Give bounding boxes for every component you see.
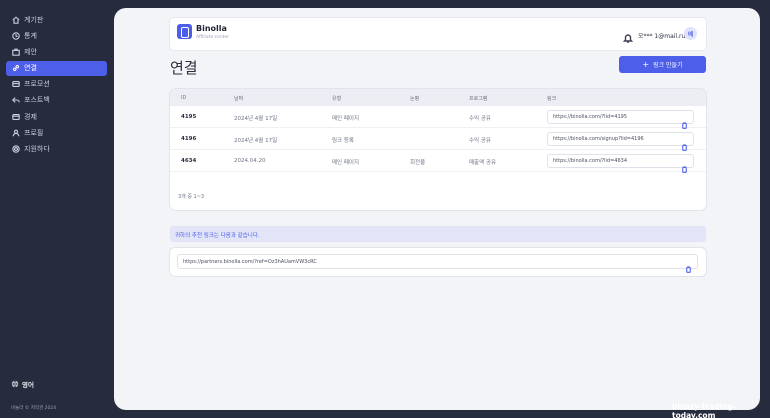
page-title: 연결 [170, 59, 198, 77]
user-email[interactable]: 오*** 1@mail.ru [638, 31, 685, 40]
clock-icon [11, 31, 20, 40]
sidebar-item-postback[interactable]: 포스트백 [6, 93, 107, 108]
cell-type: 링크 등록 [332, 138, 354, 144]
cell-date: 2024.04.20 [234, 158, 266, 164]
sidebar-item-label: 연결 [24, 64, 37, 73]
column-header-id[interactable]: ID [181, 95, 186, 101]
table-row: 4195 2024년 4월 17일 메인 페이지 수익 공유 https://b… [170, 106, 706, 129]
language-selector[interactable]: 영어 [11, 379, 34, 389]
support-icon [11, 145, 20, 154]
table-header: ID 날짜 유형 논평 프로그램 링크 [170, 89, 706, 106]
brand-logo-icon[interactable] [177, 24, 192, 39]
sidebar-item-support[interactable]: 지원하다 [6, 142, 107, 157]
user-icon [11, 128, 20, 137]
cell-program: 수익 공유 [469, 116, 491, 122]
cell-date: 2024년 4월 17일 [234, 116, 278, 122]
sidebar-nav: 계기판 통계 제안 연결 프로모션 포스트백 경제 프로필 지원하다 [6, 12, 107, 158]
sidebar-item-label: 프로필 [24, 128, 44, 137]
column-header-comment[interactable]: 논평 [410, 95, 419, 102]
cell-program: 수익 공유 [469, 138, 491, 144]
sidebar-item-label: 통계 [24, 31, 37, 40]
bell-icon[interactable] [622, 28, 634, 43]
referral-link-field[interactable]: https://partners.binolla.com/?ref=Oz3hAU… [177, 254, 698, 273]
copyright-text: 비놀라 © 저작권 2024 [11, 406, 57, 411]
column-header-date[interactable]: 날짜 [234, 95, 243, 102]
column-header-program[interactable]: 프로그램 [469, 95, 487, 102]
column-header-link[interactable]: 링크 [547, 95, 556, 102]
link-field[interactable]: https://binolla.com/?lid=4195 [547, 110, 694, 129]
brand-name: Binolla [196, 24, 227, 33]
sidebar-item-offers[interactable]: 제안 [6, 44, 107, 59]
cell-id: 4196 [181, 136, 197, 142]
brand-subtitle: Affiliate center [196, 35, 230, 40]
wallet-icon [11, 112, 20, 121]
copy-icon[interactable] [685, 258, 692, 273]
plus-icon: + [642, 59, 650, 69]
referral-notice-text: 귀하의 추천 링크는 다음과 같습니다. [175, 233, 260, 239]
top-bar: Binolla Affiliate center 오*** 1@mail.ru … [170, 18, 706, 50]
link-icon [11, 64, 20, 73]
table-row: 4634 2024.04.20 메인 페이지 회전율 매출액 공유 https:… [170, 150, 706, 173]
promo-icon [11, 80, 20, 89]
language-label: 영어 [22, 381, 34, 389]
cell-comment: 회전율 [410, 160, 426, 166]
create-link-button[interactable]: + 링크 만들기 [619, 56, 706, 73]
links-table: ID 날짜 유형 논평 프로그램 링크 4195 2024년 4월 17일 메인… [170, 89, 706, 210]
cell-id: 4195 [181, 114, 197, 120]
cell-type: 메인 페이지 [332, 116, 360, 122]
copy-icon[interactable] [681, 136, 688, 151]
table-row: 4196 2024년 4월 17일 링크 등록 수익 공유 https://bi… [170, 128, 706, 151]
sidebar-item-statistics[interactable]: 통계 [6, 28, 107, 43]
sidebar-item-profile[interactable]: 프로필 [6, 125, 107, 140]
sidebar-item-label: 지원하다 [24, 145, 50, 153]
create-link-label: 링크 만들기 [653, 62, 683, 69]
reply-icon [11, 96, 20, 105]
sidebar-item-promotion[interactable]: 프로모션 [6, 77, 107, 92]
referral-card: https://partners.binolla.com/?ref=Oz3hAU… [170, 248, 706, 276]
cell-program: 매출액 공유 [469, 160, 497, 166]
watermark: binary-trading-today.com [672, 402, 737, 418]
globe-icon [11, 380, 19, 388]
sidebar-item-dashboard[interactable]: 계기판 [6, 12, 107, 27]
sidebar-item-label: 계기판 [24, 15, 44, 24]
link-url: https://binolla.com/signup?lid=4196 [553, 136, 644, 142]
sidebar-item-label: 프로모션 [24, 80, 50, 89]
copy-icon[interactable] [681, 114, 688, 129]
briefcase-icon [11, 47, 20, 56]
cell-id: 4634 [181, 158, 197, 164]
sidebar-item-finance[interactable]: 경제 [6, 109, 107, 124]
sidebar-item-label: 경제 [24, 112, 37, 121]
avatar[interactable]: 에 [684, 27, 697, 40]
home-icon [11, 15, 20, 24]
sidebar-item-label: 제안 [24, 47, 37, 56]
copy-icon[interactable] [681, 158, 688, 173]
referral-link-url: https://partners.binolla.com/?ref=Oz3hAU… [183, 259, 317, 265]
pagination-info: 3개 중 1~3 [178, 194, 205, 200]
column-header-type[interactable]: 유형 [332, 95, 341, 102]
sidebar-item-label: 포스트백 [24, 96, 50, 105]
link-field[interactable]: https://binolla.com/signup?lid=4196 [547, 132, 694, 151]
link-field[interactable]: https://binolla.com/?lid=4634 [547, 154, 694, 173]
link-url: https://binolla.com/?lid=4634 [553, 158, 628, 164]
referral-notice: 귀하의 추천 링크는 다음과 같습니다. [170, 226, 706, 242]
cell-date: 2024년 4월 17일 [234, 138, 278, 144]
link-url: https://binolla.com/?lid=4195 [553, 114, 628, 120]
sidebar: 계기판 통계 제안 연결 프로모션 포스트백 경제 프로필 지원하다 영어 비놀… [0, 0, 114, 418]
cell-type: 메인 페이지 [332, 160, 360, 166]
main-panel: Binolla Affiliate center 오*** 1@mail.ru … [114, 8, 760, 410]
sidebar-item-links[interactable]: 연결 [6, 60, 107, 76]
